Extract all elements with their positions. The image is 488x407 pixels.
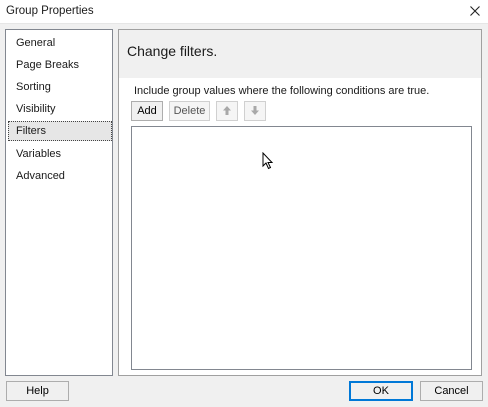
sidebar-item-visibility[interactable]: Visibility bbox=[8, 99, 112, 119]
arrow-up-icon bbox=[223, 106, 231, 118]
help-button[interactable]: Help bbox=[6, 381, 69, 401]
title-bar: Group Properties bbox=[0, 0, 488, 24]
sidebar-item-variables[interactable]: Variables bbox=[8, 144, 112, 164]
move-down-button[interactable] bbox=[244, 101, 266, 121]
panel-header: Change filters. bbox=[119, 30, 481, 78]
close-button[interactable] bbox=[462, 0, 488, 24]
sidebar-item-sorting[interactable]: Sorting bbox=[8, 77, 112, 97]
add-filter-button[interactable]: Add bbox=[131, 101, 163, 121]
close-icon bbox=[470, 5, 480, 19]
filters-panel: Change filters. Include group values whe… bbox=[118, 29, 482, 376]
move-up-button[interactable] bbox=[216, 101, 238, 121]
filter-instruction: Include group values where the following… bbox=[134, 85, 430, 97]
mouse-pointer-icon bbox=[262, 151, 274, 170]
cancel-button[interactable]: Cancel bbox=[420, 381, 483, 401]
page-title: Change filters. bbox=[127, 43, 218, 59]
delete-filter-button[interactable]: Delete bbox=[169, 101, 210, 121]
window-title: Group Properties bbox=[6, 5, 94, 17]
arrow-down-icon bbox=[251, 106, 259, 118]
filter-conditions-list[interactable] bbox=[131, 126, 472, 370]
sidebar-item-advanced[interactable]: Advanced bbox=[8, 166, 112, 186]
ok-button[interactable]: OK bbox=[349, 381, 413, 401]
sidebar-item-filters[interactable]: Filters bbox=[8, 121, 112, 141]
sidebar: General Page Breaks Sorting Visibility F… bbox=[5, 29, 113, 376]
sidebar-item-general[interactable]: General bbox=[8, 33, 112, 53]
sidebar-item-page-breaks[interactable]: Page Breaks bbox=[8, 55, 112, 75]
